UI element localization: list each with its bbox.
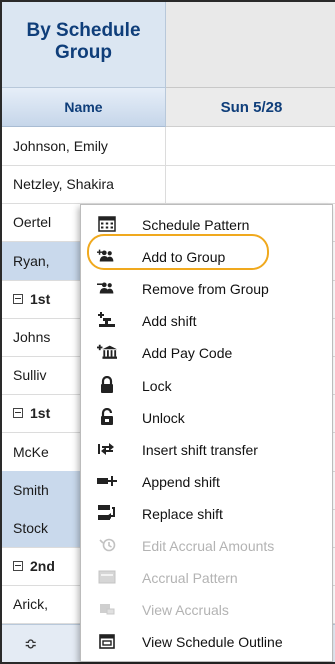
accrual-pattern-icon (97, 568, 117, 586)
remove-group-icon (97, 279, 117, 297)
name-column-header[interactable]: Name (2, 88, 166, 127)
row-label: 1st (30, 290, 51, 307)
menu-item-label: View Schedule Outline (142, 634, 283, 651)
menu-item-view-schedule-outline[interactable]: View Schedule Outline (81, 626, 334, 657)
collapse-icon[interactable] (13, 293, 23, 304)
row-label: Netzley, Shakira (13, 176, 114, 193)
menu-item-label: Lock (142, 377, 172, 394)
collapse-icon[interactable] (13, 408, 23, 419)
row-label: Stock (13, 520, 49, 536)
add-paycode-icon (97, 343, 117, 361)
schedule-outline-icon (97, 632, 117, 650)
day-column-header[interactable]: Sun 5/28 (166, 88, 335, 127)
row-label: Johnson, Emily (13, 138, 108, 154)
add-group-icon (97, 247, 117, 265)
menu-item-schedule-pattern[interactable]: Schedule Pattern (81, 209, 334, 240)
menu-item-label: Replace shift (142, 505, 223, 522)
menu-item-label: Add to Group (142, 249, 226, 266)
menu-item-lock[interactable]: Lock (81, 370, 334, 401)
menu-item-label: Add Pay Code (142, 345, 233, 362)
collapse-icon[interactable] (13, 561, 23, 572)
menu-item-insert-shift-transfer[interactable]: Insert shift transfer (81, 434, 334, 465)
add-shift-icon (97, 311, 117, 329)
row-label: Oertel (13, 214, 52, 231)
menu-item-replace-shift[interactable]: Replace shift (81, 498, 334, 529)
replace-shift-icon (97, 504, 117, 522)
lock-icon (97, 375, 117, 394)
menu-item-label: Append shift (142, 473, 220, 490)
menu-item-label: Accrual Pattern (142, 570, 238, 587)
panel-title-line2: Group (55, 42, 112, 63)
row-label: 1st (30, 405, 51, 422)
row-label: Sulliv (13, 367, 47, 384)
panel-title-line1: By Schedule (26, 20, 141, 41)
menu-item-remove-from-group[interactable]: Remove from Group (81, 273, 334, 304)
menu-item-label: Schedule Pattern (142, 217, 250, 233)
employee-name: Netzley, Shakira (2, 165, 166, 204)
menu-item-label: Add shift (142, 313, 197, 330)
employee-name: Johnson, Emily (2, 127, 166, 165)
menu-item-append-shift[interactable]: Append shift (81, 466, 334, 497)
calendar-grid-icon (97, 215, 117, 233)
shift-transfer-icon (97, 440, 117, 458)
row-label: Smith (13, 481, 49, 498)
menu-item-label: Insert shift transfer (142, 441, 258, 458)
row-label: Arick, (13, 596, 48, 613)
menu-item-view-accruals: View Accruals (81, 594, 334, 625)
menu-item-edit-accrual-amounts: Edit Accrual Amounts (81, 530, 334, 561)
row-label: McKe (13, 443, 49, 460)
header-blank-area (166, 2, 335, 88)
append-shift-icon (97, 472, 117, 490)
context-menu: Schedule Pattern Add to Group Remove from … (80, 204, 333, 662)
menu-item-label: Unlock (142, 409, 185, 426)
row-label: 2nd (30, 558, 55, 575)
menu-item-unlock[interactable]: Unlock (81, 402, 334, 433)
menu-item-add-pay-code[interactable]: Add Pay Code (81, 337, 334, 368)
edit-accrual-icon (97, 536, 117, 554)
view-accruals-icon (97, 600, 117, 618)
unlock-icon (97, 407, 117, 426)
sort-updown-icon[interactable]: ≎ (24, 634, 37, 654)
employee-row[interactable]: Johnson, Emily (2, 127, 335, 166)
employee-row[interactable]: Netzley, Shakira (2, 165, 335, 205)
menu-item-add-shift[interactable]: Add shift (81, 305, 334, 336)
menu-item-label: View Accruals (142, 602, 229, 619)
row-label: Ryan, (13, 252, 50, 269)
menu-item-accrual-pattern: Accrual Pattern (81, 562, 334, 593)
menu-item-add-to-group[interactable]: Add to Group (81, 241, 334, 272)
panel-title: By Schedule Group (2, 2, 166, 88)
menu-item-label: Edit Accrual Amounts (142, 538, 275, 554)
menu-item-label: Remove from Group (142, 281, 269, 298)
row-label: Johns (13, 329, 51, 345)
